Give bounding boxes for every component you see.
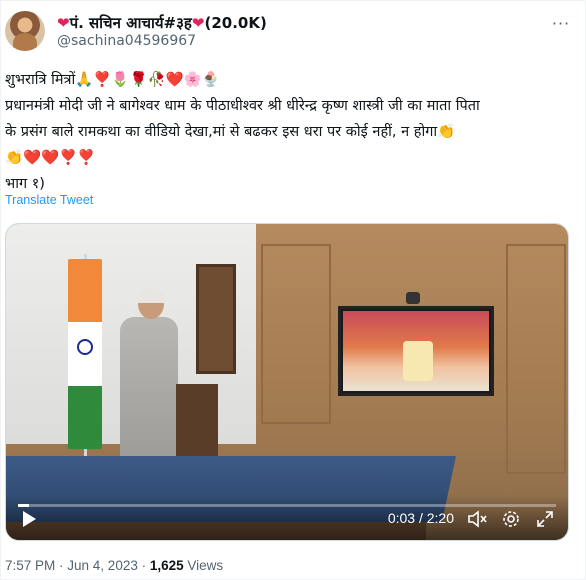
tweet-header: ❤पं. सचिन आचार्य#३ह❤(20.0K) @sachina0459… (5, 9, 577, 55)
tweet-text-line-3-text: के प्रसंग बाले रामकथा का वीडियो देखा,मां… (5, 124, 438, 140)
video-wall-frame (196, 264, 236, 374)
display-name[interactable]: ❤पं. सचिन आचार्य#३ह❤(20.0K) (57, 13, 267, 33)
clap-emoji: 👏 (437, 124, 456, 140)
tweet-date[interactable]: Jun 4, 2023 (67, 558, 138, 573)
play-icon[interactable] (16, 506, 42, 532)
tweet-text-line-3: के प्रसंग बाले रामकथा का वीडियो देखा,मां… (5, 119, 575, 145)
video-player[interactable]: 0:03 / 2:20 (5, 223, 569, 541)
tweet-time[interactable]: 7:57 PM (5, 558, 55, 573)
tweet-text-line-1: शुभरात्रि मित्रों🙏❣️🌷🌹🥀❤️🌸🍨 (5, 67, 575, 93)
tweet-text: शुभरात्रि मित्रों🙏❣️🌷🌹🥀❤️🌸🍨 प्रधानमंत्री… (5, 67, 575, 197)
video-frame (6, 224, 568, 540)
tweet-card: ❤पं. सचिन आचार्य#३ह❤(20.0K) @sachina0459… (0, 0, 586, 580)
video-podium (176, 384, 218, 464)
greeting-emojis: 🙏❣️🌷🌹🥀❤️🌸🍨 (75, 72, 220, 88)
more-options-icon[interactable]: ··· (549, 11, 573, 35)
user-handle[interactable]: @sachina04596967 (57, 33, 196, 49)
views-count: 1,625 (149, 558, 184, 573)
video-time: 0:03 / 2:20 (387, 510, 454, 526)
views-label: Views (187, 558, 224, 573)
display-name-text: पं. सचिन आचार्य#३ह (69, 14, 192, 32)
heart-icon: ❤ (57, 14, 70, 32)
heart-icon: ❤ (191, 14, 205, 32)
avatar[interactable] (5, 11, 45, 51)
tweet-meta: 7:57 PM · Jun 4, 2023 · 1,625 Views (5, 558, 224, 573)
video-flag (68, 259, 102, 449)
tweet-text-line-2: प्रधानमंत्री मोदी जी ने बागेश्वर धाम के … (5, 98, 480, 114)
video-tv-screen (338, 306, 494, 396)
tweet-text-line-4: 👏❤️❤️❣️❣️ (5, 150, 96, 166)
video-wood-panel (261, 244, 331, 424)
follower-badge: (20.0K) (204, 14, 267, 32)
volume-muted-icon[interactable] (464, 506, 490, 532)
video-wood-panel (506, 244, 566, 474)
video-camera (406, 292, 420, 304)
greeting-text: शुभरात्रि मित्रों (5, 72, 76, 88)
gear-icon[interactable] (498, 506, 524, 532)
video-controls: 0:03 / 2:20 (6, 494, 568, 540)
translate-tweet-link[interactable]: Translate Tweet (5, 193, 93, 207)
expand-icon[interactable] (532, 506, 558, 532)
